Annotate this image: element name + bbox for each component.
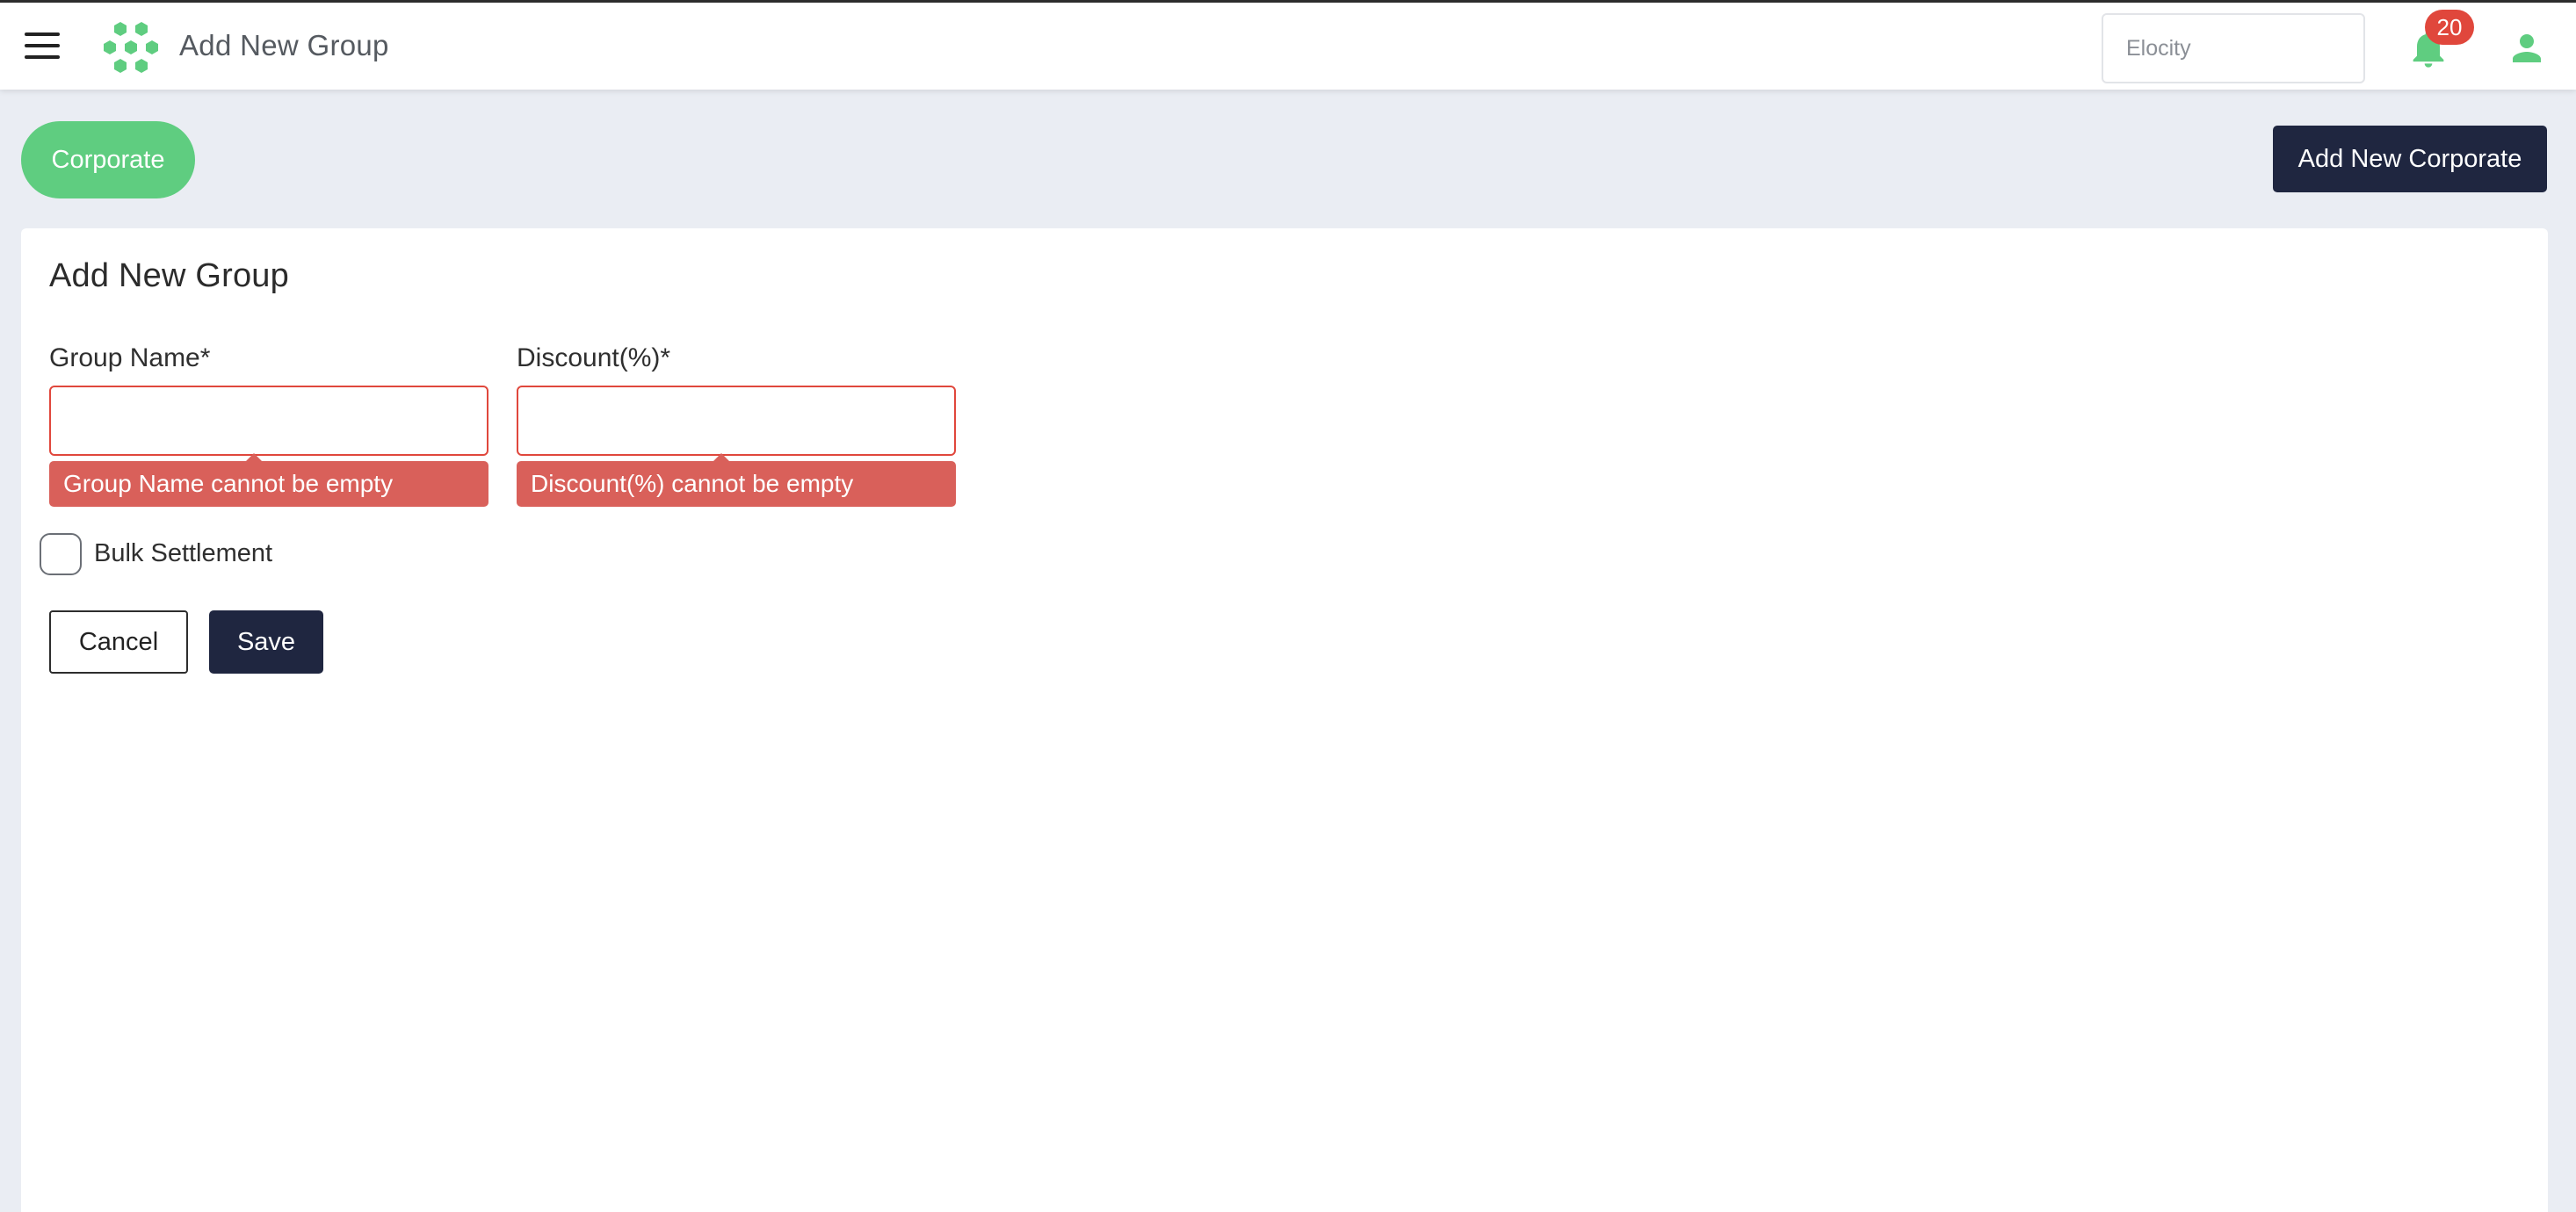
hexagon-cluster-logo (104, 22, 158, 73)
discount-input[interactable] (517, 386, 956, 456)
corporate-button[interactable]: Corporate (21, 121, 195, 198)
discount-error: Discount(%) cannot be empty (517, 453, 956, 507)
save-button[interactable]: Save (209, 610, 323, 674)
discount-label: Discount(%)* (517, 343, 671, 372)
group-name-error: Group Name cannot be empty (49, 453, 488, 507)
top-bar: Add New Group 20 (0, 0, 2576, 90)
form-card (21, 228, 2548, 1212)
user-icon[interactable] (2506, 27, 2548, 69)
hamburger-menu-icon[interactable] (25, 32, 60, 59)
bulk-settlement-checkbox[interactable] (40, 533, 82, 575)
add-new-corporate-button[interactable]: Add New Corporate (2273, 126, 2547, 192)
group-name-label: Group Name* (49, 343, 211, 372)
cancel-button[interactable]: Cancel (49, 610, 188, 674)
form-title: Add New Group (49, 257, 289, 294)
notification-count-badge: 20 (2425, 10, 2474, 45)
page-title: Add New Group (179, 29, 389, 61)
bulk-settlement-label: Bulk Settlement (94, 539, 273, 567)
group-name-input[interactable] (49, 386, 488, 456)
organization-select-input[interactable] (2102, 13, 2365, 83)
